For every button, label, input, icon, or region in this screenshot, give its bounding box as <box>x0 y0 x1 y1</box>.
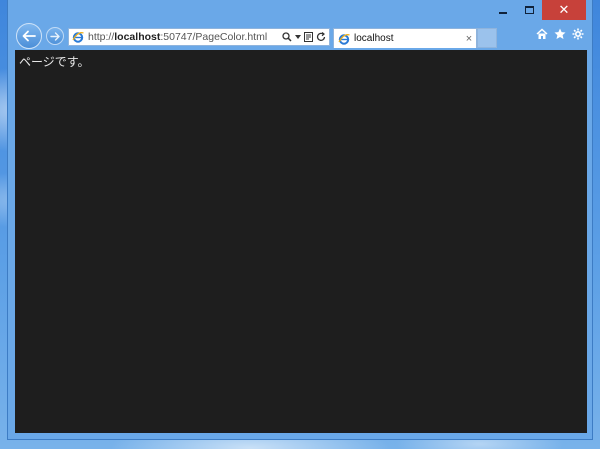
browser-window: ✕ http://localhost:50747/PageColor.html <box>7 0 593 440</box>
tools-button[interactable] <box>572 28 584 40</box>
compatibility-view-icon[interactable] <box>304 32 313 42</box>
new-tab-button[interactable] <box>477 28 497 48</box>
url-scheme: http:// <box>88 31 115 43</box>
tab-title: localhost <box>354 33 394 44</box>
maximize-button[interactable] <box>516 0 542 20</box>
gear-icon <box>572 28 584 40</box>
home-icon <box>536 28 548 39</box>
back-arrow-icon <box>22 30 36 42</box>
home-button[interactable] <box>536 28 548 40</box>
address-bar[interactable]: http://localhost:50747/PageColor.html <box>68 28 330 46</box>
back-button[interactable] <box>16 23 42 49</box>
ie-logo-icon <box>72 32 84 43</box>
window-caption-controls: ✕ <box>490 0 586 20</box>
address-tools <box>282 32 329 42</box>
tab-ie-icon <box>338 33 350 45</box>
forward-arrow-icon <box>50 31 60 41</box>
address-url: http://localhost:50747/PageColor.html <box>88 31 282 43</box>
refresh-icon[interactable] <box>316 32 326 42</box>
navigation-bar: http://localhost:50747/PageColor.html lo… <box>8 22 592 50</box>
close-button[interactable]: ✕ <box>542 0 586 20</box>
url-path: :50747/PageColor.html <box>160 31 268 43</box>
maximize-icon <box>524 6 534 14</box>
page-text: ページです。 <box>19 55 90 69</box>
page-content: ページです。 <box>15 50 587 433</box>
chevron-down-icon[interactable] <box>295 35 301 39</box>
favorites-button[interactable] <box>554 28 566 40</box>
search-icon[interactable] <box>282 32 292 42</box>
tab-localhost[interactable]: localhost × <box>333 28 477 48</box>
minimize-icon <box>499 12 507 14</box>
tab-close-icon[interactable]: × <box>462 33 476 45</box>
minimize-button[interactable] <box>490 0 516 20</box>
command-icons <box>536 28 584 40</box>
close-icon: ✕ <box>558 2 570 18</box>
forward-button[interactable] <box>46 27 64 45</box>
url-host: localhost <box>114 31 161 43</box>
star-icon <box>554 28 566 39</box>
